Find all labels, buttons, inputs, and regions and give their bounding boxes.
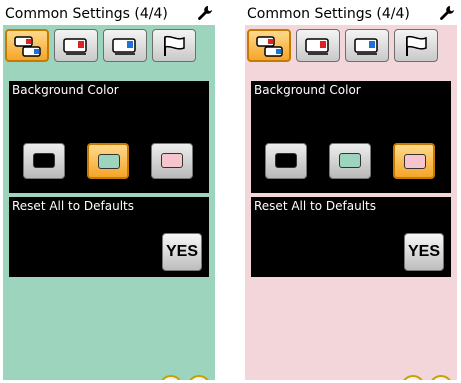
machine-both-icon: [14, 36, 41, 57]
reset-label: Reset All to Defaults: [254, 199, 376, 213]
settings-panel-pink: Common Settings (4/4) Background Color R…: [245, 3, 457, 380]
title-bar: Common Settings (4/4): [3, 3, 215, 25]
bg-option-green[interactable]: [87, 143, 129, 179]
tab-machine-red[interactable]: [54, 29, 98, 62]
pink-swatch: [404, 154, 426, 169]
bg-option-pink[interactable]: [393, 143, 435, 179]
yes-button[interactable]: YES: [404, 233, 444, 271]
machine-blue-icon: [354, 38, 378, 55]
ok-button[interactable]: OK: [401, 375, 425, 380]
tab-machine-red[interactable]: [296, 29, 340, 62]
green-swatch: [339, 153, 361, 168]
ok-button[interactable]: OK: [159, 375, 183, 380]
tab-flag[interactable]: [152, 29, 196, 62]
tab-machine-both[interactable]: [5, 29, 49, 62]
bg-option-black[interactable]: [23, 143, 65, 179]
bg-option-black[interactable]: [265, 143, 307, 179]
tab-machine-blue[interactable]: [103, 29, 147, 62]
background-color-section: Background Color: [9, 81, 209, 193]
yes-button[interactable]: YES: [162, 233, 202, 271]
wrench-icon[interactable]: [197, 5, 213, 21]
reset-label: Reset All to Defaults: [12, 199, 134, 213]
wrench-icon[interactable]: [439, 5, 455, 21]
black-swatch: [275, 153, 297, 168]
tab-machine-both[interactable]: [247, 29, 291, 62]
bg-option-pink[interactable]: [151, 143, 193, 179]
reset-section: Reset All to Defaults YES: [9, 197, 209, 277]
settings-panel-green: Common Settings (4/4) Background Color R…: [3, 3, 215, 380]
panel-body: Background Color Reset All to Defaults Y…: [245, 25, 457, 380]
background-color-label: Background Color: [254, 83, 361, 97]
tab-flag[interactable]: [394, 29, 438, 62]
machine-red-icon: [63, 38, 87, 55]
machine-both-icon: [256, 36, 283, 57]
page-title: Common Settings (4/4): [247, 6, 410, 22]
page-title: Common Settings (4/4): [5, 6, 168, 22]
machine-blue-icon: [112, 38, 136, 55]
flag-icon: [406, 35, 427, 56]
machine-red-icon: [305, 38, 329, 55]
cancel-button[interactable]: ✕: [429, 375, 453, 380]
black-swatch: [33, 153, 55, 168]
background-color-label: Background Color: [12, 83, 119, 97]
flag-icon: [164, 35, 185, 56]
background-color-section: Background Color: [251, 81, 451, 193]
bg-option-green[interactable]: [329, 143, 371, 179]
panel-body: Background Color Reset All to Defaults Y…: [3, 25, 215, 380]
green-swatch: [98, 154, 120, 169]
cancel-button[interactable]: ✕: [187, 375, 211, 380]
title-bar: Common Settings (4/4): [245, 3, 457, 25]
tab-machine-blue[interactable]: [345, 29, 389, 62]
pink-swatch: [161, 153, 183, 168]
reset-section: Reset All to Defaults YES: [251, 197, 451, 277]
